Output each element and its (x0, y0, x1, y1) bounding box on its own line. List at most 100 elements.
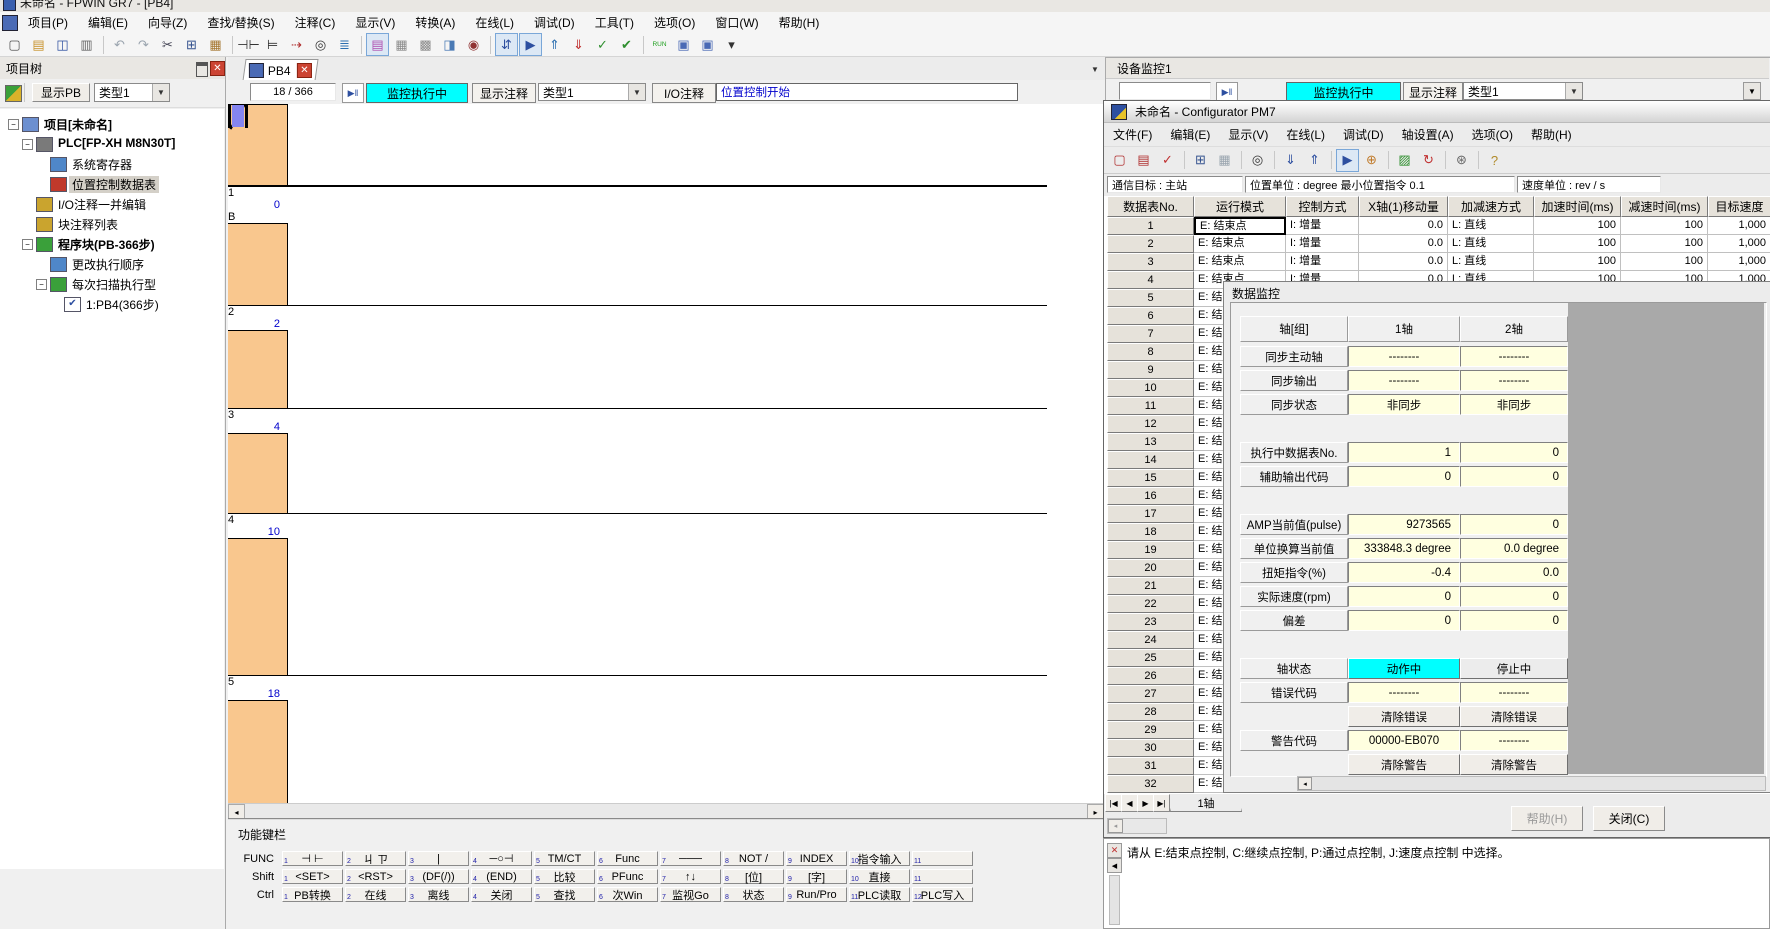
menu-item[interactable]: 选项(O) (644, 11, 705, 34)
column-header[interactable]: 控制方式 (1286, 196, 1359, 217)
monitor-toggle-icon[interactable]: ▶‖ (1216, 82, 1238, 102)
menu-item[interactable]: 显示(V) (1219, 123, 1277, 146)
function-key[interactable]: 11 (912, 851, 973, 866)
cut-icon[interactable]: ✂ (156, 33, 179, 56)
online-icon[interactable]: ⇵ (495, 33, 518, 56)
find-icon[interactable]: ◎ (1246, 149, 1269, 172)
tab-list-chevron-icon[interactable]: ▼ (1088, 63, 1102, 76)
row-number-cell[interactable]: 22 (1107, 595, 1194, 613)
menu-item[interactable]: 轴设置(A) (1393, 123, 1463, 146)
close-button[interactable]: 关闭(C) (1593, 806, 1665, 831)
register-monitor-icon[interactable]: ◨ (438, 33, 461, 56)
row-number-cell[interactable]: 8 (1107, 343, 1194, 361)
function-key[interactable]: Run/Pro9 (786, 887, 847, 902)
scroll-left-icon[interactable]: ◂ (1298, 777, 1312, 790)
next-row-icon[interactable]: ▶ (1137, 794, 1154, 812)
row-number-cell[interactable]: 9 (1107, 361, 1194, 379)
menu-item[interactable]: 编辑(E) (78, 11, 138, 34)
row-number-cell[interactable]: 29 (1107, 721, 1194, 739)
menu-item[interactable]: 帮助(H) (769, 11, 830, 34)
function-key[interactable]: 在线2 (345, 887, 406, 902)
output-v-scrollbar[interactable] (1109, 875, 1120, 925)
origin-icon[interactable]: ⊕ (1360, 149, 1383, 172)
table-cell-acc[interactable]: L: 直线 (1448, 253, 1534, 271)
first-row-icon[interactable]: |◀ (1105, 794, 1122, 812)
chevron-down-icon[interactable]: ▼ (1743, 82, 1761, 100)
function-key[interactable]: <RST>2 (345, 869, 406, 884)
dock-left-icon[interactable]: ◀ (1107, 858, 1122, 873)
function-key[interactable]: PFunc6 (597, 869, 658, 884)
row-number-cell[interactable]: 26 (1107, 667, 1194, 685)
function-key[interactable]: 查找5 (534, 887, 595, 902)
table-cell-speed[interactable]: 1,000 (1708, 217, 1770, 235)
comment-type-combo[interactable]: 类型1 ▼ (538, 83, 646, 101)
find-icon[interactable]: ◎ (309, 33, 332, 56)
menu-item[interactable]: 显示(V) (345, 11, 405, 34)
upload-icon[interactable]: ⇑ (543, 33, 566, 56)
monitor-icon[interactable]: ▶ (1336, 149, 1359, 172)
menu-item[interactable]: 选项(O) (1463, 123, 1522, 146)
table-cell-ctrl[interactable]: I: 增量 (1286, 235, 1359, 253)
row-number-cell[interactable]: 12 (1107, 415, 1194, 433)
word-monitor-icon[interactable]: ▦ (390, 33, 413, 56)
toolbar-more-icon[interactable]: ▾ (720, 33, 743, 56)
pin-icon[interactable] (196, 62, 208, 77)
tree-item-PLCFPXHM8N30[interactable]: −PLC[FP-XH M8N30T] (0, 135, 224, 153)
row-number-cell[interactable]: 7 (1107, 325, 1194, 343)
table-cell-move[interactable]: 0.0 (1359, 253, 1448, 271)
monitor-window-icon[interactable]: ▣ (672, 33, 695, 56)
table-cell-t_acc[interactable]: 100 (1534, 253, 1621, 271)
table-cell-speed[interactable]: 1,000 (1708, 253, 1770, 271)
chevron-down-icon[interactable]: ▼ (152, 84, 169, 101)
function-key[interactable]: ⊣ ⊢1 (282, 851, 343, 866)
row-number-cell[interactable]: 15 (1107, 469, 1194, 487)
row-number-cell[interactable]: 11 (1107, 397, 1194, 415)
chevron-down-icon[interactable]: ▼ (628, 84, 645, 100)
menu-item[interactable]: 文件(F) (1104, 123, 1161, 146)
paste-icon[interactable]: ▦ (204, 33, 227, 56)
table-cell-t_dec[interactable]: 100 (1621, 253, 1708, 271)
insert-contact-icon[interactable]: ⊣⊢ (237, 33, 260, 56)
ladder-h-scrollbar[interactable]: ◂ ▸ (228, 803, 1103, 819)
show-pb-button[interactable]: 显示PB (32, 83, 90, 102)
bit-monitor-icon[interactable]: ▩ (414, 33, 437, 56)
function-key[interactable]: ↑↓7 (660, 869, 721, 884)
axis-tab[interactable]: 1轴 (1170, 794, 1242, 812)
paste-icon[interactable]: ▦ (1213, 149, 1236, 172)
download-icon[interactable]: ⇓ (567, 33, 590, 56)
verify-data-icon[interactable]: ▤ (1132, 149, 1155, 172)
function-key[interactable]: Func6 (597, 851, 658, 866)
monitor-toggle-icon[interactable]: ▶‖ (342, 83, 364, 103)
tree-item-[interactable]: 系统寄存器 (0, 155, 224, 173)
row-number-cell[interactable]: 18 (1107, 523, 1194, 541)
row-number-cell[interactable]: 13 (1107, 433, 1194, 451)
redo-icon[interactable]: ↷ (132, 33, 155, 56)
row-number-cell[interactable]: 24 (1107, 631, 1194, 649)
total-check-icon[interactable]: ✔ (615, 33, 638, 56)
comment-type-combo[interactable]: 类型1 ▼ (1463, 82, 1583, 100)
print-icon[interactable]: ▥ (75, 33, 98, 56)
show-comment-button[interactable]: 显示注释 (1403, 82, 1463, 102)
rung-margin[interactable] (228, 223, 288, 305)
help-icon[interactable]: ? (1483, 149, 1506, 172)
copy-icon[interactable]: ⊞ (1189, 149, 1212, 172)
row-number-cell[interactable]: 14 (1107, 451, 1194, 469)
rung-margin[interactable] (228, 330, 288, 408)
function-key[interactable]: 监视Go7 (660, 887, 721, 902)
table-cell-ctrl[interactable]: I: 增量 (1286, 217, 1359, 235)
table-cell-t_acc[interactable]: 100 (1534, 217, 1621, 235)
function-key[interactable]: 状态8 (723, 887, 784, 902)
io-comment-icon[interactable]: ≣ (333, 33, 356, 56)
status-icon[interactable]: ◉ (462, 33, 485, 56)
function-key[interactable]: INDEX9 (786, 851, 847, 866)
column-header[interactable]: 减速时间(ms) (1621, 196, 1708, 217)
check-icon[interactable]: ✓ (591, 33, 614, 56)
new-icon[interactable]: ▢ (3, 33, 26, 56)
menu-item[interactable]: 帮助(H) (1522, 123, 1581, 146)
menu-item[interactable]: 调试(D) (524, 11, 585, 34)
row-number-cell[interactable]: 16 (1107, 487, 1194, 505)
menu-item[interactable]: 编辑(E) (1161, 123, 1219, 146)
function-key[interactable]: (DF(/))3 (408, 869, 469, 884)
clear-warning-button[interactable]: 清除警告 (1348, 754, 1460, 775)
tree-item-IO[interactable]: I/O注释一并编辑 (0, 195, 224, 213)
